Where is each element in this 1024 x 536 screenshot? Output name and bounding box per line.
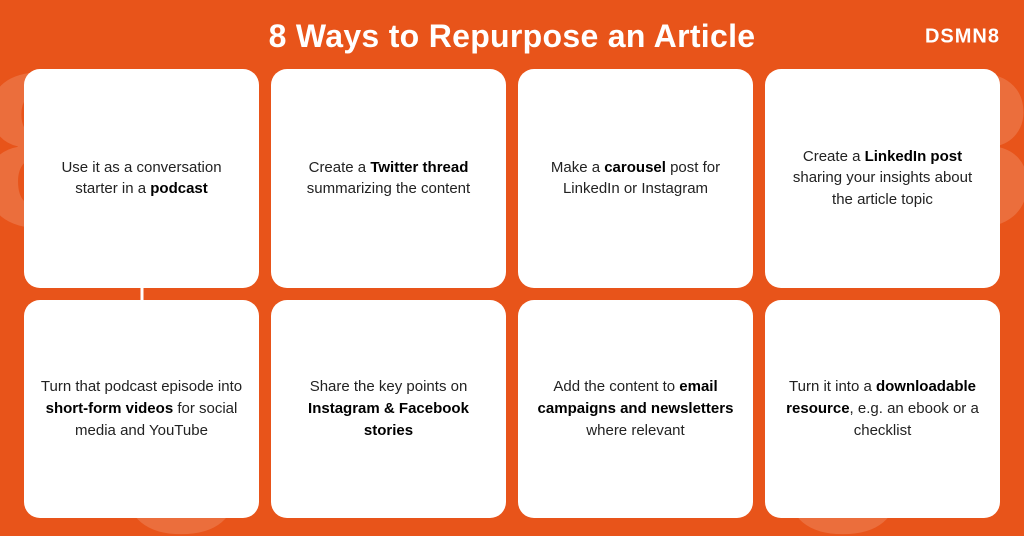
card-7-text: Add the content to email campaigns and n… [534, 376, 737, 441]
card-1-text: Use it as a conversation starter in a po… [40, 157, 243, 201]
card-2: Create a Twitter thread summarizing the … [271, 69, 506, 288]
main-container: 8 8 8 8 8 Ways to Repurpose an Article D… [0, 0, 1024, 536]
card-3: Make a carousel post for LinkedIn or Ins… [518, 69, 753, 288]
card-4-text: Create a LinkedIn post sharing your insi… [781, 146, 984, 211]
card-8: Turn it into a downloadable resource, e.… [765, 300, 1000, 519]
cards-grid: Use it as a conversation starter in a po… [24, 69, 1000, 518]
card-4: Create a LinkedIn post sharing your insi… [765, 69, 1000, 288]
card-8-text: Turn it into a downloadable resource, e.… [781, 376, 984, 441]
card-6: Share the key points on Instagram & Face… [271, 300, 506, 519]
card-6-text: Share the key points on Instagram & Face… [287, 376, 490, 441]
logo: DSMN8 [925, 25, 1000, 48]
arrow-down-icon [128, 286, 156, 314]
header: 8 Ways to Repurpose an Article DSMN8 [24, 18, 1000, 55]
page-title: 8 Ways to Repurpose an Article [269, 18, 756, 55]
card-1: Use it as a conversation starter in a po… [24, 69, 259, 288]
card-3-text: Make a carousel post for LinkedIn or Ins… [534, 157, 737, 201]
card-5-text: Turn that podcast episode into short-for… [40, 376, 243, 441]
card-5: Turn that podcast episode into short-for… [24, 300, 259, 519]
card-7: Add the content to email campaigns and n… [518, 300, 753, 519]
card-2-text: Create a Twitter thread summarizing the … [287, 157, 490, 201]
